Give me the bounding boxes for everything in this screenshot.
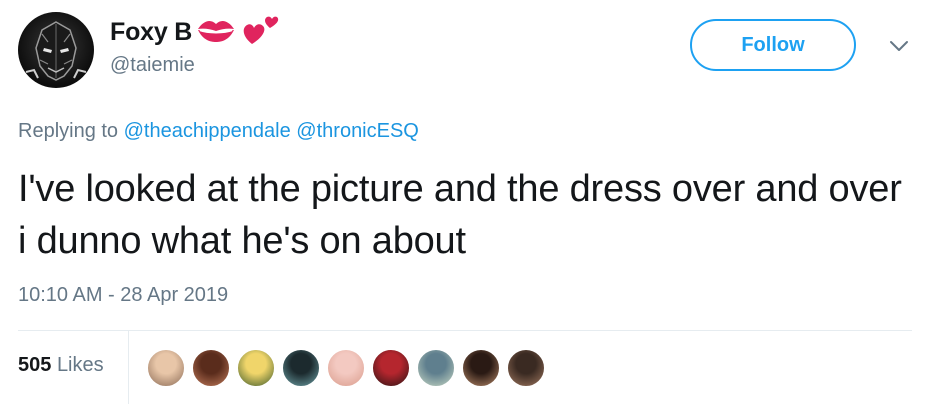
liker-avatar-8[interactable] <box>461 348 501 388</box>
chevron-down-icon[interactable] <box>888 38 910 54</box>
liker-avatar-7[interactable] <box>416 348 456 388</box>
mention-link[interactable]: @thronicESQ <box>296 120 419 142</box>
replying-to-label: Replying to <box>18 120 119 142</box>
likes-count: 505 <box>18 354 52 376</box>
display-name[interactable]: Foxy B <box>110 18 192 47</box>
tweet-text: I've looked at the picture and the dress… <box>18 168 902 262</box>
username[interactable]: @taiemie <box>110 54 195 77</box>
kiss-mark-icon <box>196 16 236 49</box>
black-panther-mask-icon <box>25 21 87 81</box>
tweet-card: Foxy B @taiemie Follow Replying to @thea… <box>0 0 940 404</box>
liker-avatar-4[interactable] <box>281 348 321 388</box>
stats-divider <box>128 331 129 404</box>
display-name-row[interactable]: Foxy B <box>110 14 280 50</box>
replying-to: Replying to @theachippendale @thronicESQ <box>18 120 419 143</box>
likes-stat[interactable]: 505 Likes <box>18 354 104 377</box>
liker-avatar-5[interactable] <box>326 348 366 388</box>
liker-avatar-9[interactable] <box>506 348 546 388</box>
likes-label: Likes <box>56 354 104 376</box>
follow-button[interactable]: Follow <box>690 19 856 71</box>
liker-avatar-2[interactable] <box>191 348 231 388</box>
mention-link[interactable]: @theachippendale <box>124 120 291 142</box>
tweet-timestamp[interactable]: 10:10 AM - 28 Apr 2019 <box>18 284 228 307</box>
liker-avatar-1[interactable] <box>146 348 186 388</box>
liker-avatar-6[interactable] <box>371 348 411 388</box>
two-hearts-icon <box>240 14 280 51</box>
liker-avatar-3[interactable] <box>236 348 276 388</box>
user-avatar[interactable] <box>18 12 94 88</box>
divider <box>18 330 912 331</box>
